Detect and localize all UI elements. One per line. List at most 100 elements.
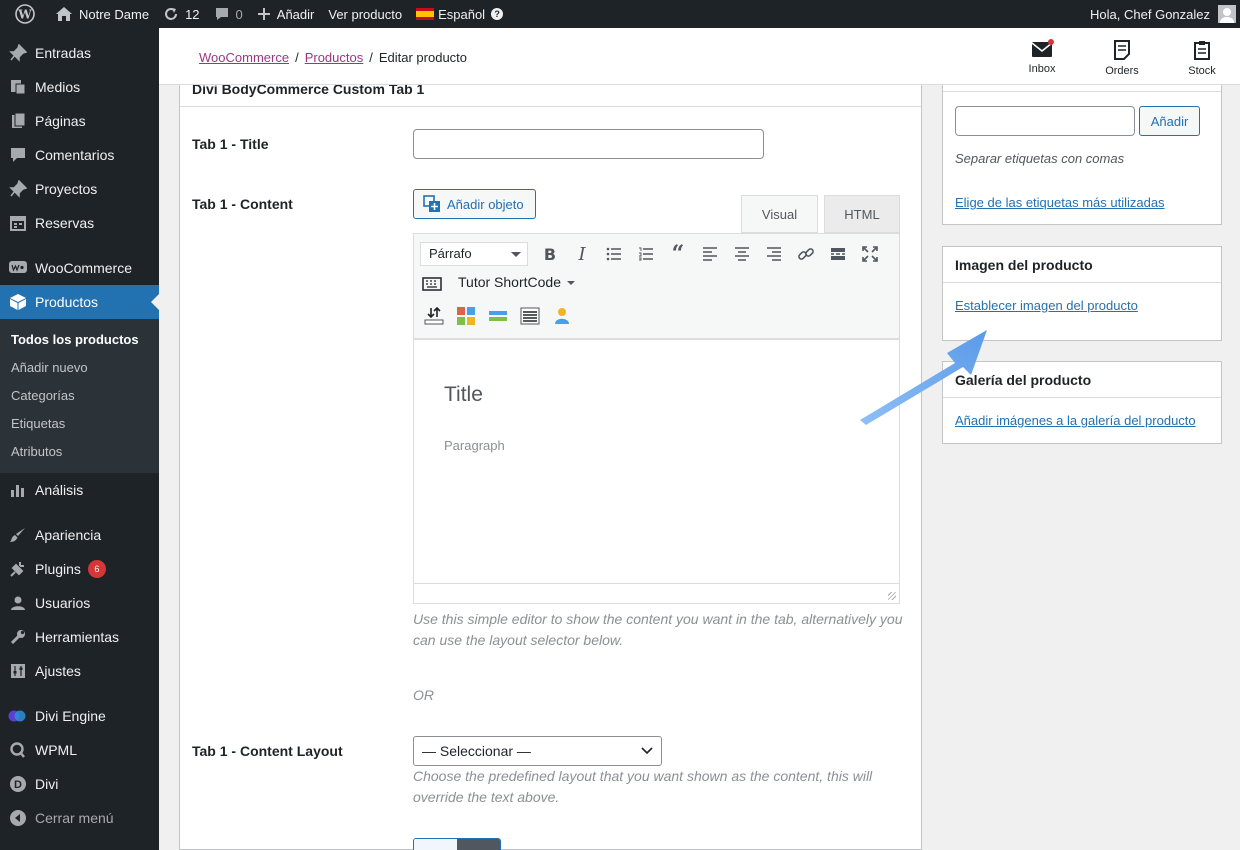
fullscreen-icon[interactable] <box>860 244 880 264</box>
breadcrumb-productos[interactable]: Productos <box>305 50 364 65</box>
sidebar-item-label: Apariencia <box>35 527 102 543</box>
content-layout-select[interactable]: — Seleccionar — <box>413 736 662 766</box>
language-switcher[interactable]: Español ? <box>409 0 510 28</box>
site-name-link[interactable]: Notre Dame <box>48 0 156 28</box>
sidebar-item-divi-engine[interactable]: Divi Engine <box>0 699 159 733</box>
sidebar-item-herramientas[interactable]: Herramientas <box>0 620 159 654</box>
sidebar-item-divi[interactable]: D Divi <box>0 767 159 801</box>
stock-label: Stock <box>1188 65 1216 77</box>
bulleted-list-icon[interactable] <box>604 244 624 264</box>
read-more-icon[interactable] <box>828 244 848 264</box>
sidebar-item-entradas[interactable]: Entradas <box>0 36 159 70</box>
sidebar-item-woocommerce[interactable]: WooCommerce <box>0 251 159 285</box>
align-left-icon[interactable] <box>700 244 720 264</box>
sidebar-item-label: Divi Engine <box>35 708 106 724</box>
admin-sidebar: Entradas Medios Páginas Comentarios Proy… <box>0 28 159 850</box>
sidebar-item-label: Plugins <box>35 561 81 577</box>
sidebar-item-plugins[interactable]: Plugins 6 <box>0 552 159 586</box>
metabox-title: Divi BodyCommerce Custom Tab 1 <box>180 85 921 107</box>
format-select[interactable]: Párrafo <box>420 242 528 266</box>
link-icon[interactable] <box>796 244 816 264</box>
inbox-button[interactable]: Inbox <box>1012 39 1072 75</box>
add-media-icon <box>423 195 440 212</box>
align-right-icon[interactable] <box>764 244 784 264</box>
resize-handle-icon[interactable] <box>888 592 896 600</box>
sidebar-item-apariencia[interactable]: Apariencia <box>0 518 159 552</box>
numbered-list-icon[interactable] <box>636 244 656 264</box>
toggle-switch[interactable] <box>413 838 501 850</box>
sidebar-item-comentarios[interactable]: Comentarios <box>0 138 159 172</box>
sidebar-item-label: Productos <box>35 294 99 310</box>
product-tags-box: Añadir Separar etiquetas con comas Elige… <box>942 85 1222 225</box>
person-lock-icon[interactable] <box>552 306 572 326</box>
submenu-anadir-nuevo[interactable]: Añadir nuevo <box>0 353 159 381</box>
sidebar-item-wpml[interactable]: WPML <box>0 733 159 767</box>
breadcrumb-current: Editar producto <box>378 50 468 65</box>
sidebar-item-label: Cerrar menú <box>35 810 114 826</box>
popular-tags-link[interactable]: Elige de las etiquetas más utilizadas <box>955 195 1165 210</box>
productos-submenu: Todos los productos Añadir nuevo Categor… <box>0 319 159 473</box>
upload-download-icon[interactable] <box>424 306 444 326</box>
sidebar-item-ajustes[interactable]: Ajustes <box>0 654 159 688</box>
bold-icon[interactable]: B <box>540 244 560 264</box>
sidebar-item-label: WooCommerce <box>35 260 132 276</box>
updates-link[interactable]: 12 <box>156 0 206 28</box>
sidebar-item-medios[interactable]: Medios <box>0 70 159 104</box>
new-content-link[interactable]: Añadir <box>250 0 322 28</box>
orders-button[interactable]: Orders <box>1092 40 1152 77</box>
sidebar-item-usuarios[interactable]: Usuarios <box>0 586 159 620</box>
woocommerce-header: WooCommerce / Productos / Editar producto In… <box>159 28 1240 85</box>
calendar-icon <box>8 213 28 233</box>
breadcrumb: WooCommerce / Productos / Editar producto <box>199 50 467 65</box>
submenu-atributos[interactable]: Atributos <box>0 437 159 465</box>
sidebar-item-analisis[interactable]: Análisis <box>0 473 159 507</box>
sidebar-item-paginas[interactable]: Páginas <box>0 104 159 138</box>
wordpress-logo[interactable]: W <box>8 0 48 28</box>
keyboard-icon[interactable] <box>422 274 442 294</box>
sidebar-item-label: Páginas <box>35 113 86 129</box>
blockquote-icon[interactable]: “ <box>668 241 688 267</box>
comments-link[interactable]: 0 <box>207 0 250 28</box>
account-menu[interactable]: Hola, Chef Gonzalez <box>1083 0 1240 28</box>
notification-dot <box>1048 39 1054 45</box>
submenu-categorias[interactable]: Categorías <box>0 381 159 409</box>
bar-chart-icon <box>8 480 28 500</box>
sidebar-item-reservas[interactable]: Reservas <box>0 206 159 240</box>
set-product-image-link[interactable]: Establecer imagen del producto <box>955 298 1138 313</box>
tag-input[interactable] <box>955 106 1135 136</box>
updates-icon <box>165 8 178 20</box>
inbox-label: Inbox <box>1028 63 1056 75</box>
user-icon <box>8 593 28 613</box>
italic-icon[interactable]: I <box>572 244 592 265</box>
sidebar-item-label: Ajustes <box>35 663 81 679</box>
sidebar-item-label: Análisis <box>35 482 84 498</box>
submenu-etiquetas[interactable]: Etiquetas <box>0 409 159 437</box>
tutor-shortcode-dropdown[interactable]: Tutor ShortCode <box>458 274 575 290</box>
tab-html[interactable]: HTML <box>824 195 900 233</box>
sidebar-item-label: WPML <box>35 742 77 758</box>
sidebar-item-productos[interactable]: Productos <box>0 285 159 319</box>
view-product-label: Ver producto <box>328 6 403 22</box>
add-tag-button[interactable]: Añadir <box>1139 106 1200 136</box>
sidebar-item-label: Comentarios <box>35 147 115 163</box>
submenu-todos-productos[interactable]: Todos los productos <box>0 325 159 353</box>
tab-visual[interactable]: Visual <box>741 195 818 233</box>
divi-icon: D <box>8 774 28 794</box>
sidebar-item-proyectos[interactable]: Proyectos <box>0 172 159 206</box>
pushpin-icon <box>8 179 28 199</box>
sidebar-item-label: Usuarios <box>35 595 91 611</box>
orders-icon <box>1114 40 1130 60</box>
layout-bars-icon[interactable] <box>488 306 508 326</box>
tab-title-input[interactable] <box>413 129 764 159</box>
text-block-icon[interactable] <box>520 306 540 326</box>
collapse-menu-button[interactable]: Cerrar menú <box>0 801 159 835</box>
language-label: Español <box>438 6 486 22</box>
blocks-grid-icon[interactable] <box>456 306 476 326</box>
breadcrumb-woocommerce[interactable]: WooCommerce <box>199 50 289 65</box>
view-product-link[interactable]: Ver producto <box>321 0 409 28</box>
tab-content-label: Tab 1 - Content <box>192 196 293 212</box>
stock-button[interactable]: Stock <box>1172 40 1232 77</box>
align-center-icon[interactable] <box>732 244 752 264</box>
editor-content-area[interactable]: Title Paragraph <box>413 339 900 604</box>
add-object-button[interactable]: Añadir objeto <box>413 189 536 219</box>
